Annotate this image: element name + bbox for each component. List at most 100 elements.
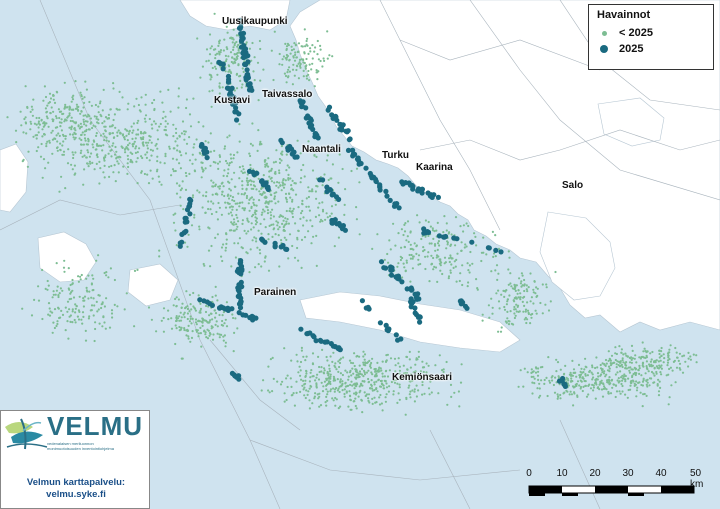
observation-old [207, 59, 210, 62]
observation-old [153, 98, 156, 102]
observation-old [238, 140, 241, 143]
observation-old [523, 284, 526, 287]
observation-old [204, 310, 208, 314]
observation-old [285, 45, 289, 48]
observation-old [659, 371, 662, 374]
observation-old [299, 369, 302, 372]
observation-old [286, 71, 289, 74]
observation-2025 [284, 246, 290, 252]
observation-old [229, 189, 232, 192]
observation-old [189, 317, 192, 320]
observation-old [596, 366, 599, 369]
observation-old [102, 88, 105, 91]
observation-old [639, 391, 642, 394]
observation-old [409, 280, 412, 283]
observation-old [227, 197, 231, 200]
observation-old [51, 129, 54, 132]
observation-old [155, 330, 158, 333]
observation-old [246, 177, 249, 180]
observation-2025 [421, 226, 427, 232]
observation-old [406, 368, 409, 371]
observation-old [316, 373, 319, 376]
observation-old [214, 48, 217, 51]
observation-old [249, 163, 252, 167]
observation-old [283, 236, 286, 239]
observation-old [458, 279, 461, 283]
observation-old [670, 384, 673, 387]
observation-old [131, 143, 134, 146]
observation-old [209, 132, 212, 135]
observation-old [331, 360, 334, 363]
observation-old [187, 337, 190, 340]
observation-old [610, 378, 614, 381]
observation-old [149, 148, 152, 151]
observation-old [74, 307, 77, 310]
observation-old [184, 130, 187, 133]
observation-2025 [246, 83, 252, 89]
observation-old [370, 371, 373, 374]
observation-old [264, 226, 267, 229]
observation-old [547, 309, 551, 312]
observation-old [300, 266, 303, 269]
observation-old [212, 202, 215, 205]
observation-old [241, 201, 244, 204]
observation-old [175, 315, 178, 318]
observation-old [427, 364, 430, 367]
observation-old [346, 384, 349, 388]
observation-old [62, 134, 65, 138]
observation-2025 [289, 151, 295, 157]
observation-old [188, 293, 191, 296]
observation-old [533, 280, 536, 283]
observation-old [216, 299, 219, 302]
observation-old [175, 131, 178, 135]
observation-old [513, 287, 517, 290]
observation-old [223, 322, 226, 325]
observation-old [305, 370, 308, 373]
observation-old [81, 311, 85, 314]
observation-old [415, 395, 418, 398]
map[interactable]: Uusikaupunki Kustavi Taivassalo Naantali… [0, 0, 720, 509]
observation-old [355, 218, 358, 221]
observation-old [310, 68, 313, 71]
observation-old [278, 161, 282, 164]
observation-old [225, 233, 228, 236]
observation-old [407, 386, 410, 389]
observation-old [259, 47, 262, 51]
observation-old [79, 125, 83, 129]
observation-old [164, 152, 167, 155]
observation-old [70, 128, 73, 131]
observation-old [74, 303, 77, 306]
observation-2025 [498, 249, 504, 255]
observation-old [695, 361, 698, 364]
observation-old [114, 153, 117, 156]
observation-old [153, 107, 156, 111]
service-link[interactable]: velmu.syke.fi [1, 489, 151, 501]
observation-old [332, 399, 335, 402]
observation-old [104, 327, 107, 330]
observation-old [144, 153, 147, 156]
observation-old [637, 368, 640, 372]
observation-2025 [229, 306, 235, 312]
observation-old [112, 171, 115, 174]
observation-old [134, 147, 137, 150]
observation-old [545, 286, 548, 289]
observation-2025 [345, 128, 351, 134]
observation-old [112, 87, 115, 90]
observation-old [655, 370, 658, 374]
observation-old [241, 187, 244, 190]
observation-old [635, 389, 639, 392]
observation-old [367, 397, 370, 400]
observation-old [234, 185, 237, 188]
observation-old [384, 360, 388, 363]
observation-old [506, 300, 509, 303]
observation-2025 [559, 378, 565, 384]
observation-old [290, 385, 293, 388]
observation-old [127, 165, 130, 169]
observation-old [687, 357, 690, 360]
observation-old [301, 209, 304, 213]
observation-old [200, 176, 203, 179]
observation-old [119, 132, 122, 135]
observation-old [31, 114, 34, 117]
observation-old [208, 90, 211, 93]
observation-old [62, 266, 66, 269]
